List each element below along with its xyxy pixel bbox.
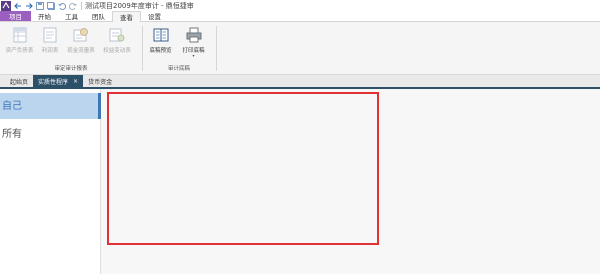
filter-item-all[interactable]: 所有 [0,125,101,141]
ribbon-tab-bar: 项目 开始 工具 团队 查看 设置 [0,11,600,22]
tab-start[interactable]: 开始 [31,11,58,21]
print-working-paper-button[interactable]: 打印底稿 ▾ [177,26,210,58]
tab-tools[interactable]: 工具 [58,11,85,21]
preview-label: 底稿预览 [149,48,172,54]
doc-tab-monetary-funds[interactable]: 货币资金 [83,75,117,87]
forward-arrow-icon[interactable] [24,1,33,10]
ribbon-group-working-papers: 底稿预览 打印底稿 ▾ 审计底稿 [144,22,214,75]
undo-icon[interactable] [57,1,66,10]
chevron-down-icon[interactable]: ▾ [192,54,194,58]
income-statement-label: 利润表 [41,48,59,54]
equity-change-icon [109,26,125,44]
doc-tab-start-page[interactable]: 起始页 [5,75,33,87]
tab-team[interactable]: 团队 [85,11,112,21]
tab-project[interactable]: 项目 [0,11,31,21]
back-arrow-icon[interactable] [13,1,22,10]
balance-sheet-label: 资产负债表 [5,48,34,54]
cash-flow-icon [73,26,89,44]
preview-icon [153,26,169,44]
ribbon-group-audited-statements: 资产负债表 利润表 现金流量表 权益变动表 审定审计报表 [2,22,140,75]
balance-sheet-button[interactable]: 资产负债表 [2,26,37,54]
filter-item-mine[interactable]: 自己 [0,93,101,119]
window-title: 测试项目2009年度审计 - 鼎恒捷审 [85,1,194,10]
ribbon-group-separator [142,26,143,71]
cash-flow-label: 现金流量表 [67,48,95,54]
doc-tab-label: 货币资金 [88,78,113,86]
group-label-audited-statements: 审定审计报表 [54,66,88,72]
doc-tab-label: 实质性程序 [38,78,69,86]
doc-tab-substantive-procedures[interactable]: 实质性程序 × [33,75,84,87]
app-logo-icon [1,0,11,11]
close-icon[interactable]: × [73,78,78,85]
doc-tab-label: 起始页 [10,78,29,86]
preview-working-paper-button[interactable]: 底稿预览 [144,26,177,58]
income-statement-icon [42,26,58,44]
highlight-rectangle [107,92,379,245]
redo-icon[interactable] [68,1,77,10]
save-icon[interactable] [35,1,44,10]
toolbar-separator [81,1,82,10]
main-content-area [102,89,600,274]
equity-change-button[interactable]: 权益变动表 [99,26,135,54]
cash-flow-button[interactable]: 现金流量表 [63,26,99,54]
ribbon-panel: 资产负债表 利润表 现金流量表 权益变动表 审定审计报表 底稿预览 打印底稿 ▾… [0,22,600,75]
balance-sheet-icon [12,26,28,44]
tab-settings[interactable]: 设置 [141,11,168,21]
ribbon-group-separator [216,26,217,71]
equity-change-label: 权益变动表 [103,48,131,54]
printer-icon [186,26,202,44]
document-tab-bar: 起始页 实质性程序 × 货币资金 [0,75,600,89]
filter-panel: 自己 所有 [0,89,101,274]
tab-view[interactable]: 查看 [112,11,141,22]
income-statement-button[interactable]: 利润表 [37,26,63,54]
save-all-icon[interactable] [46,1,55,10]
group-label-working-papers: 审计底稿 [167,66,190,72]
title-bar: 测试项目2009年度审计 - 鼎恒捷审 [0,0,600,11]
